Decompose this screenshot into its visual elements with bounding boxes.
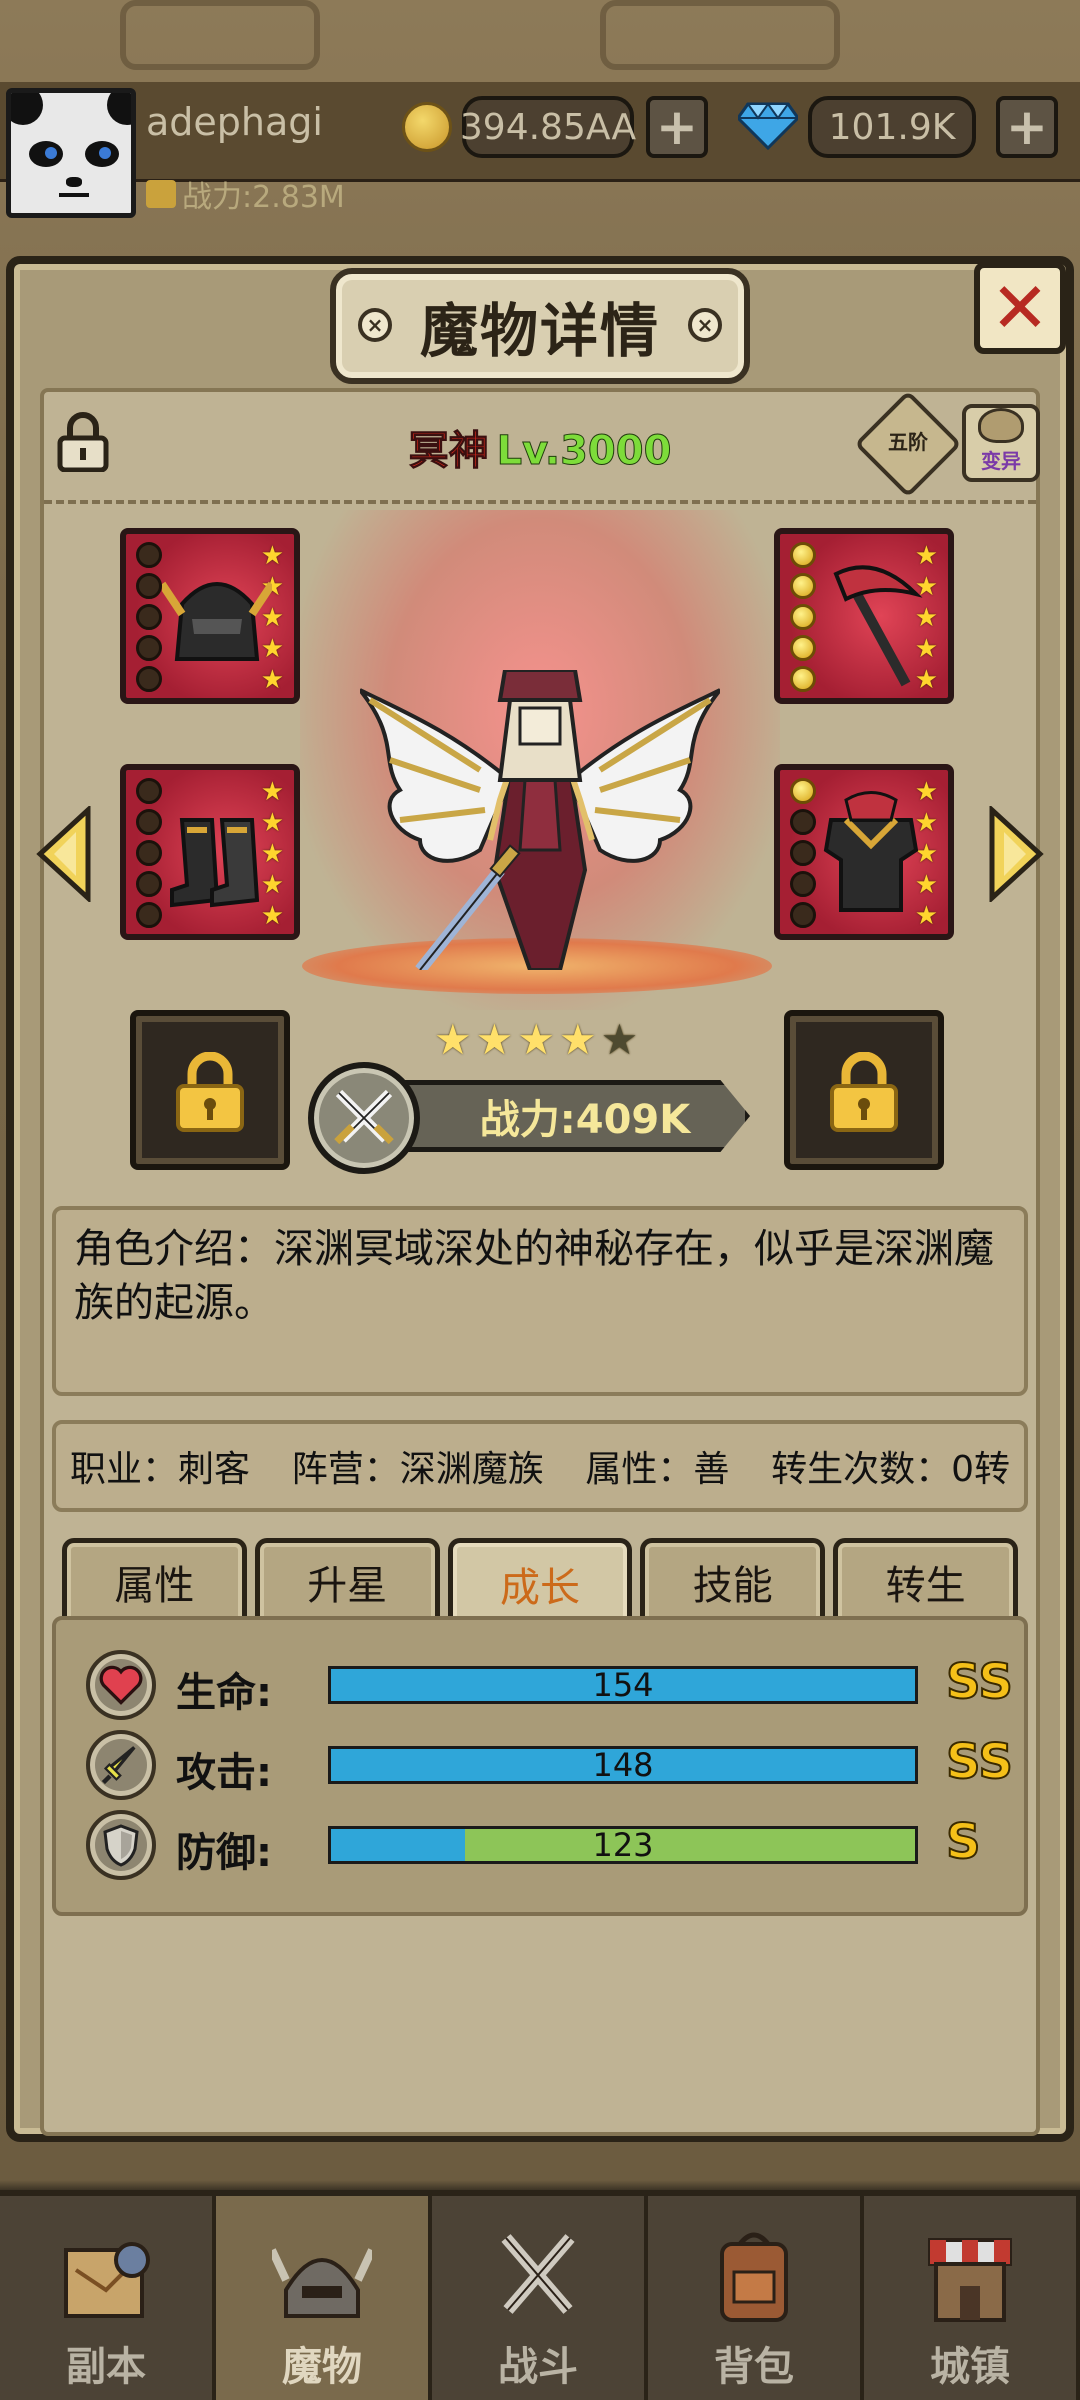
bolt-icon: × — [358, 308, 392, 342]
skull-icon — [978, 408, 1024, 443]
hero-star-rating: ★ ★ ★ ★ ★ — [434, 1018, 638, 1062]
growth-value: 148 — [592, 1746, 654, 1784]
hero-name: 冥神 — [408, 428, 489, 475]
crossed-swords-icon — [308, 1062, 420, 1174]
nav-label: 魔物 — [282, 2344, 362, 2390]
hero-faction: 阵营：深渊魔族 — [291, 1449, 544, 1490]
growth-value: 154 — [592, 1666, 654, 1704]
equipment-slot-weapon[interactable]: ★ ★ ★ ★ ★ — [774, 528, 954, 704]
nav-monsters[interactable]: 魔物 — [216, 2196, 432, 2400]
player-power-text: 战力:2.83M — [182, 180, 345, 215]
growth-grade: SS — [945, 1733, 1014, 1791]
locked-slot-left[interactable] — [130, 1010, 290, 1170]
padlock-icon — [176, 1052, 244, 1132]
add-gems-button[interactable]: + — [996, 96, 1058, 158]
backpack-icon — [720, 2232, 788, 2322]
divider — [44, 500, 1036, 504]
bolt-icon: × — [688, 308, 722, 342]
star-filled-icon: ★ — [558, 1015, 597, 1064]
nav-label: 背包 — [714, 2344, 794, 2390]
growth-label: 防御: — [176, 1830, 272, 1876]
growth-row-hp: 生命: 154 SS — [86, 1650, 1014, 1720]
tab-star-up[interactable]: 升星 — [254, 1538, 440, 1620]
sword-icon — [86, 1730, 156, 1800]
star-filled-icon: ★ — [475, 1015, 514, 1064]
hero-level: Lv.3000 — [496, 428, 672, 475]
hero-job: 职业：刺客 — [70, 1449, 251, 1490]
gem-balance: 101.9K — [808, 96, 976, 158]
power-icon — [146, 180, 176, 208]
star-filled-icon: ★ — [517, 1015, 555, 1064]
panel-title-plaque: 魔物详情 — [330, 268, 750, 384]
heart-icon — [86, 1650, 156, 1720]
player-power: 战力:2.83M — [146, 172, 345, 216]
hero-power: 战力:409K — [479, 1097, 691, 1143]
tab-growth[interactable]: 成长 — [447, 1538, 633, 1624]
nav-backpack[interactable]: 背包 — [648, 2196, 864, 2400]
hero-attribute: 属性：善 — [585, 1449, 730, 1490]
player-avatar[interactable] — [6, 88, 136, 218]
tab-attributes[interactable]: 属性 — [62, 1538, 247, 1620]
coin-icon — [402, 102, 452, 152]
panel-title: 魔物详情 — [419, 297, 660, 365]
nav-battle[interactable]: 战斗 — [432, 2196, 648, 2400]
nav-label: 副本 — [66, 2344, 146, 2390]
crossed-swords-icon — [501, 2234, 575, 2314]
previous-hero-arrow-icon[interactable] — [36, 806, 92, 902]
mutate-label: 变异 — [981, 449, 1021, 473]
growth-row-attack: 攻击: 148 SS — [86, 1730, 1014, 1800]
armor-icon — [823, 791, 919, 912]
next-hero-arrow-icon[interactable] — [988, 806, 1044, 902]
hero-rebirth-count: 转生次数：0转 — [771, 1449, 1010, 1490]
growth-row-defense: 防御: 123 S — [86, 1810, 1006, 1880]
hero-power-bar: 战力:409K — [380, 1080, 750, 1152]
growth-grade: SS — [945, 1653, 1014, 1711]
growth-bar: 148 — [328, 1746, 918, 1784]
coin-balance: 394.85AA — [460, 96, 636, 158]
diamond-icon — [738, 102, 798, 150]
tab-rebirth[interactable]: 转生 — [833, 1538, 1018, 1620]
equipment-slot-helmet[interactable]: ★ ★ ★ ★ ★ — [120, 528, 300, 704]
growth-label: 攻击: — [176, 1750, 272, 1796]
helmet-icon — [272, 2248, 372, 2318]
tab-skills[interactable]: 技能 — [640, 1538, 826, 1620]
close-button[interactable]: ✕ — [974, 262, 1066, 354]
player-name: adephagi — [146, 100, 323, 144]
nav-label: 战斗 — [498, 2344, 578, 2390]
add-coins-button[interactable]: + — [646, 96, 708, 158]
locked-slot-right[interactable] — [784, 1010, 944, 1170]
scythe-icon — [833, 565, 923, 687]
nav-town[interactable]: 城镇 — [864, 2196, 1080, 2400]
shop-building-icon — [928, 2238, 1012, 2322]
growth-stats-panel: 生命: 154 SS 攻击: 148 SS 防御: 123 S — [52, 1616, 1028, 1916]
bottom-navigation: 副本 魔物 战斗 背包 城镇 — [0, 2190, 1080, 2400]
rank-label: 五阶 — [888, 430, 928, 454]
star-empty-icon: ★ — [600, 1015, 639, 1064]
hero-character — [360, 670, 720, 970]
detail-tabs: 属性 升星 成长 技能 转生 — [62, 1538, 1018, 1624]
growth-bar: 154 — [328, 1666, 918, 1704]
shield-icon — [86, 1810, 156, 1880]
hero-info-row: 职业：刺客 阵营：深渊魔族 属性：善 转生次数：0转 — [52, 1420, 1028, 1512]
growth-grade: S — [945, 1813, 982, 1871]
growth-bar: 123 — [328, 1826, 918, 1864]
growth-value: 123 — [592, 1826, 654, 1864]
growth-label: 生命: — [176, 1670, 272, 1716]
boots-icon — [170, 818, 260, 908]
star-filled-icon: ★ — [434, 1015, 472, 1064]
nav-label: 城镇 — [930, 2344, 1010, 2390]
mutate-button[interactable]: 变异 — [962, 404, 1040, 482]
hero-description: 角色介绍：深渊冥域深处的神秘存在，似乎是深渊魔族的起源。 — [52, 1206, 1028, 1396]
map-scroll-icon — [64, 2242, 150, 2318]
equipment-slot-boots[interactable]: ★ ★ ★ ★ ★ — [120, 764, 300, 940]
helmet-icon — [162, 581, 272, 661]
nav-dungeon[interactable]: 副本 — [0, 2196, 216, 2400]
equipment-slot-armor[interactable]: ★ ★ ★ ★ ★ — [774, 764, 954, 940]
padlock-icon — [830, 1052, 898, 1132]
